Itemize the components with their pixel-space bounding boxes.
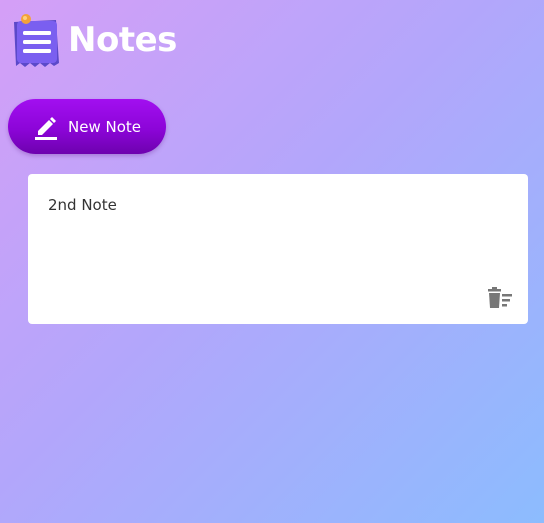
delete-sweep-icon[interactable]	[486, 286, 516, 312]
new-note-label: New Note	[68, 117, 141, 136]
note-card[interactable]: 2nd Note	[28, 174, 528, 324]
app-title: Notes	[68, 20, 177, 60]
note-text: 2nd Note	[48, 196, 117, 214]
pencil-icon	[32, 113, 60, 141]
notepad-icon	[12, 11, 64, 69]
app-header: Notes	[12, 10, 177, 70]
new-note-button[interactable]: New Note	[8, 99, 166, 154]
